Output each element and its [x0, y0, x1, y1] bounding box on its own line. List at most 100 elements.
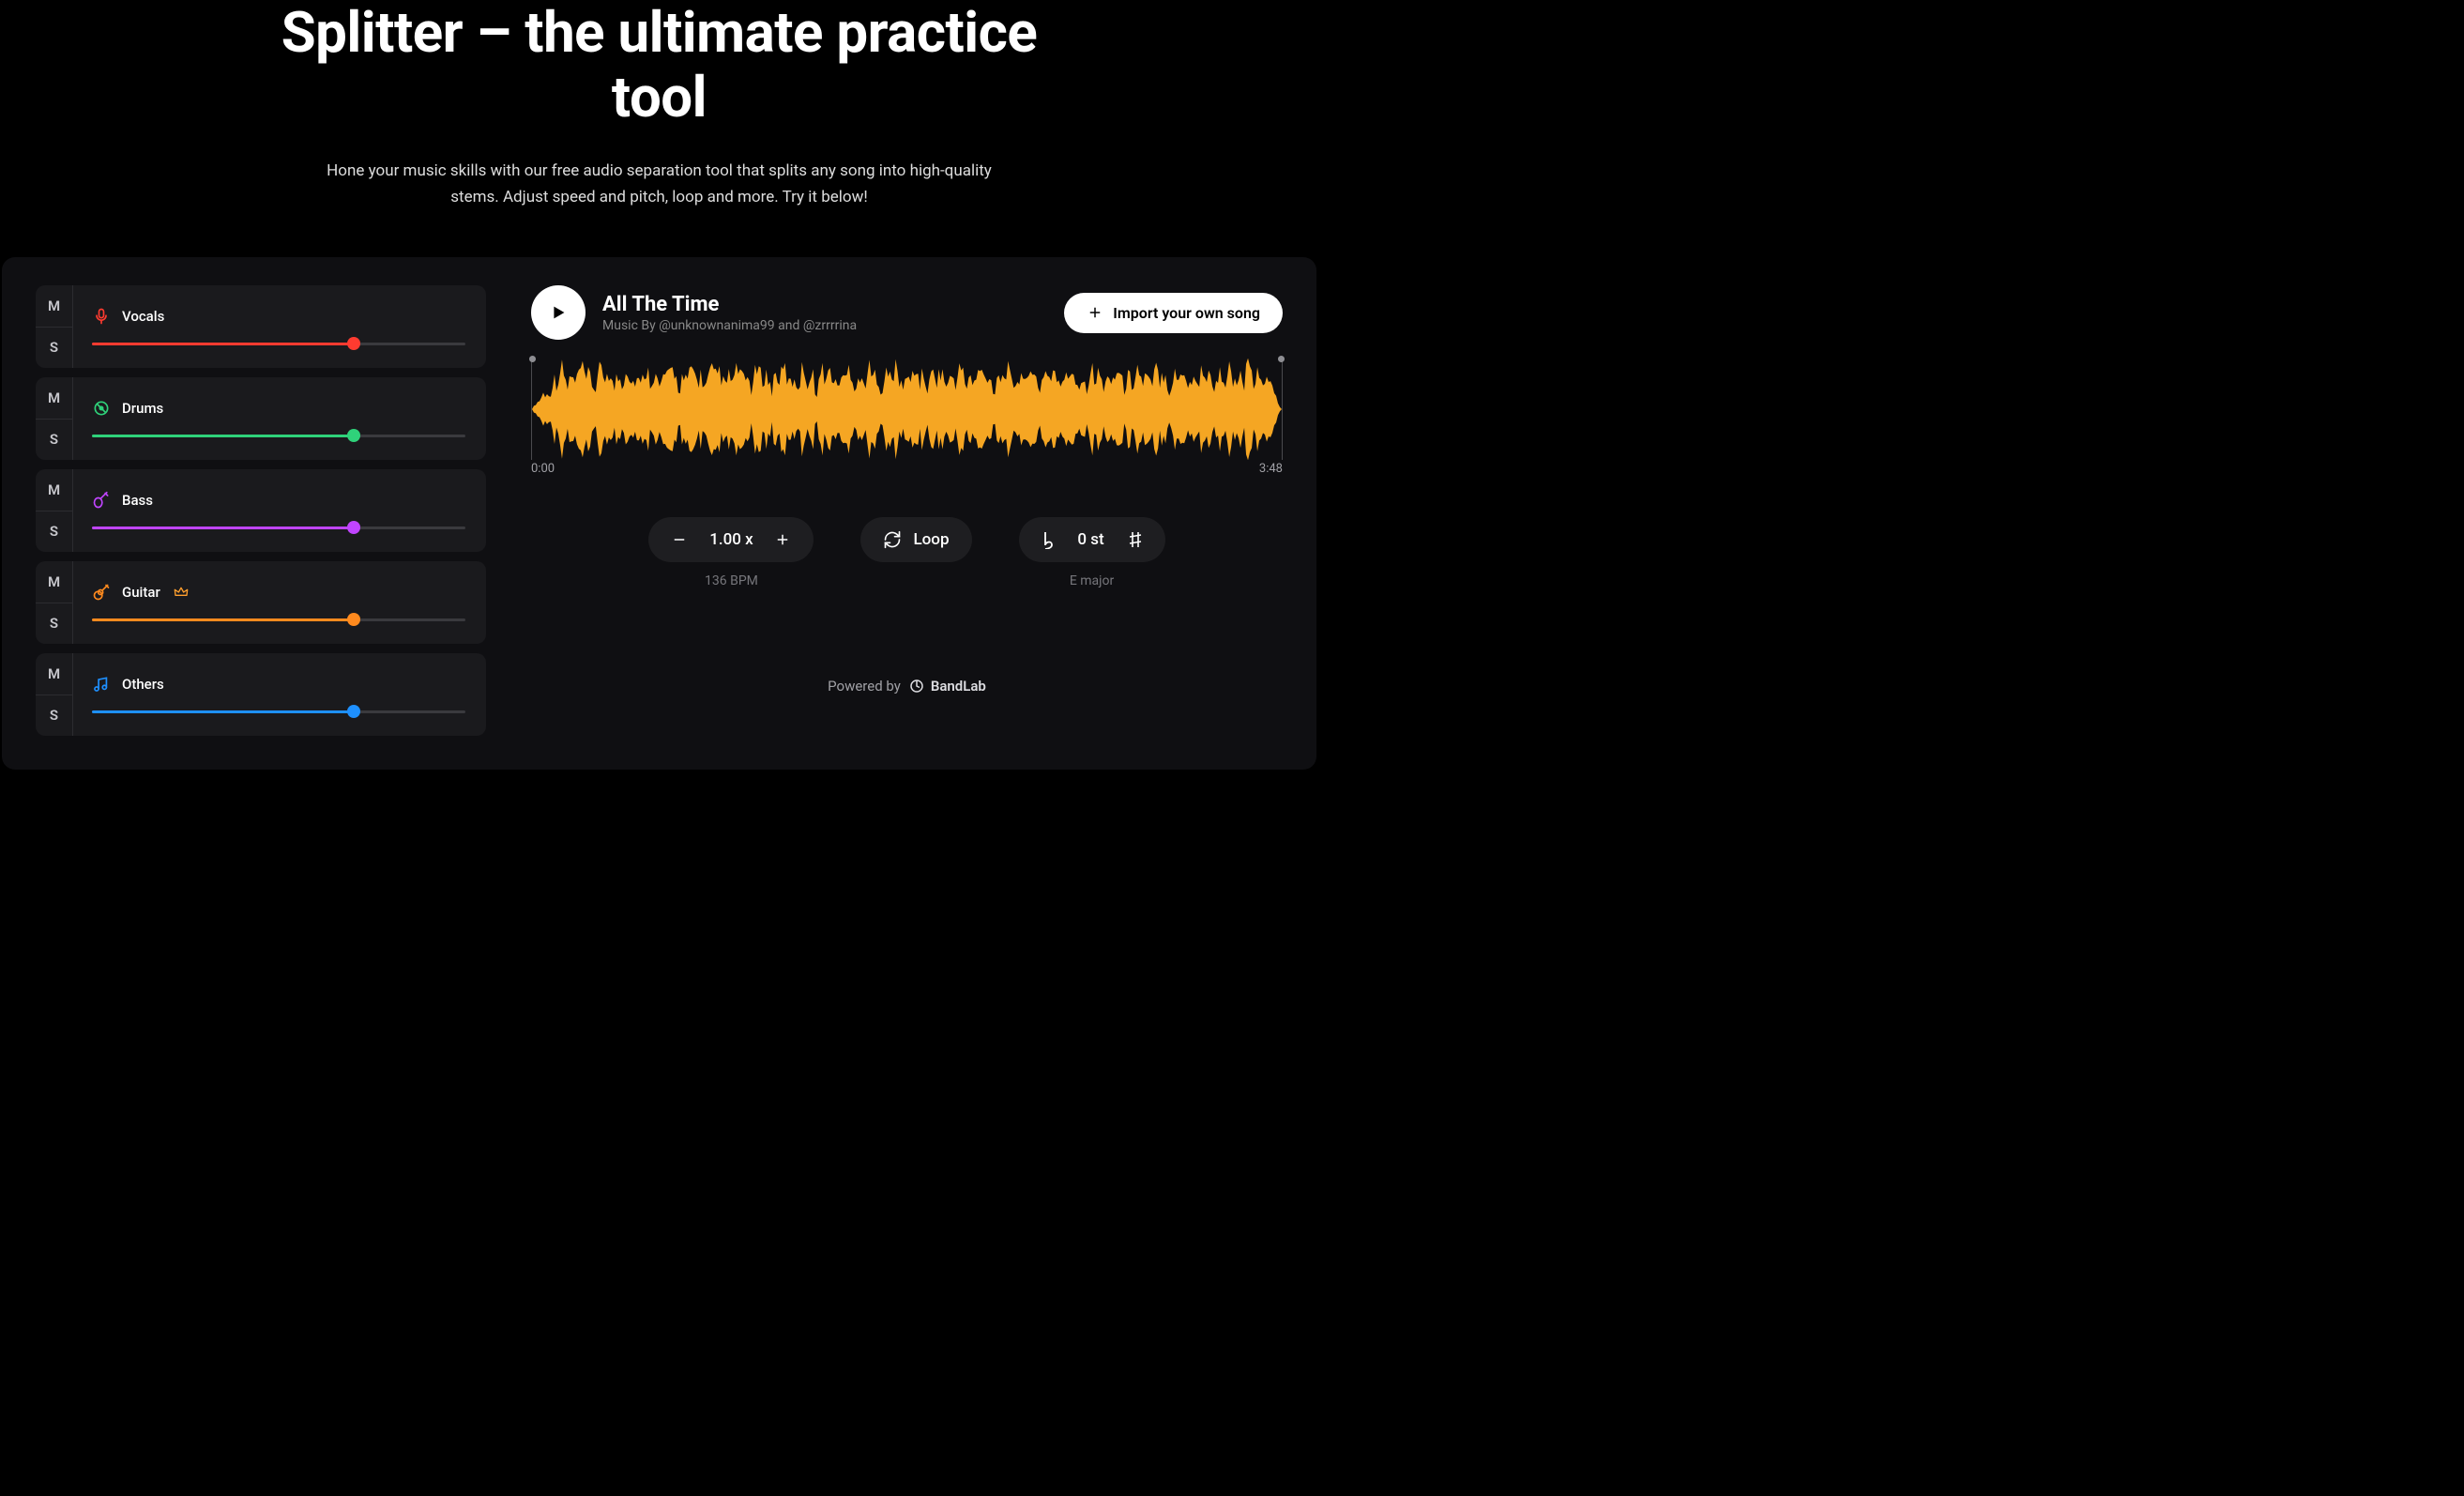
- speed-group: 1.00 x 136 BPM: [648, 517, 814, 588]
- mute-button[interactable]: M: [36, 285, 72, 328]
- volume-slider[interactable]: [92, 341, 465, 346]
- solo-button[interactable]: S: [36, 328, 72, 369]
- stem-list: MSVocalsMSDrumsMSBassMSGuitarMSOthers: [36, 285, 486, 736]
- stem-body: Bass: [73, 469, 486, 552]
- plus-icon: [1087, 304, 1103, 321]
- bandlab-text: BandLab: [931, 678, 986, 695]
- stem-others: MS Others: [36, 653, 486, 736]
- track-title: All The Time: [602, 293, 1047, 316]
- loop-icon: [883, 530, 902, 549]
- waveform[interactable]: [531, 359, 1283, 460]
- mute-button[interactable]: M: [36, 469, 72, 511]
- stem-label: Drums: [122, 400, 163, 417]
- stem-body: Drums: [73, 377, 486, 460]
- slider-fill: [92, 527, 354, 529]
- volume-slider[interactable]: [92, 525, 465, 530]
- pitch-pill: 0 st: [1019, 517, 1165, 562]
- mute-button[interactable]: M: [36, 653, 72, 695]
- target-icon: [92, 399, 111, 418]
- speed-increase-button[interactable]: [774, 531, 791, 548]
- bandlab-icon: [908, 678, 925, 695]
- pitch-group: 0 st E major: [1019, 517, 1165, 588]
- flat-icon: [1042, 530, 1055, 549]
- stem-label: Others: [122, 676, 164, 693]
- mute-button[interactable]: M: [36, 377, 72, 420]
- slider-thumb[interactable]: [347, 613, 360, 626]
- stem-body: Others: [73, 653, 486, 736]
- stem-header: Vocals: [92, 307, 465, 326]
- loop-button[interactable]: Loop: [860, 517, 971, 562]
- slider-thumb[interactable]: [347, 705, 360, 718]
- play-button[interactable]: [531, 285, 586, 340]
- bass-icon: [92, 491, 111, 510]
- mic-icon: [92, 307, 111, 326]
- speed-value: 1.00 x: [705, 530, 757, 549]
- pitch-value: 0 st: [1072, 530, 1111, 549]
- minus-icon: [671, 531, 688, 548]
- stem-body: Vocals: [73, 285, 486, 368]
- controls-row: 1.00 x 136 BPM Loop 0 st: [531, 517, 1283, 588]
- time-row: 0:00 3:48: [531, 460, 1283, 478]
- ms-col: MS: [36, 653, 73, 736]
- slider-thumb[interactable]: [347, 337, 360, 350]
- loop-handle-right[interactable]: [1278, 356, 1285, 362]
- solo-button[interactable]: S: [36, 695, 72, 737]
- guitar-icon: [92, 583, 111, 602]
- solo-button[interactable]: S: [36, 420, 72, 461]
- stem-bass: MS Bass: [36, 469, 486, 552]
- stem-header: Bass: [92, 491, 465, 510]
- mute-button[interactable]: M: [36, 561, 72, 603]
- slider-thumb[interactable]: [347, 521, 360, 534]
- stem-label: Bass: [122, 492, 153, 509]
- page-subtitle: Hone your music skills with our free aud…: [303, 158, 1016, 210]
- stem-label: Vocals: [122, 308, 164, 325]
- ms-col: MS: [36, 561, 73, 644]
- note-icon: [92, 675, 111, 694]
- solo-button[interactable]: S: [36, 603, 72, 645]
- speed-pill: 1.00 x: [648, 517, 814, 562]
- ms-col: MS: [36, 469, 73, 552]
- time-end: 3:48: [1259, 462, 1283, 476]
- pitch-decrease-button[interactable]: [1042, 530, 1055, 549]
- bpm-label: 136 BPM: [705, 573, 758, 588]
- plus-icon: [774, 531, 791, 548]
- volume-slider[interactable]: [92, 617, 465, 622]
- loop-label: Loop: [913, 530, 949, 549]
- footer-prefix: Powered by: [828, 678, 901, 695]
- stem-guitar: MS Guitar: [36, 561, 486, 644]
- speed-decrease-button[interactable]: [671, 531, 688, 548]
- slider-fill: [92, 710, 354, 713]
- slider-thumb[interactable]: [347, 429, 360, 442]
- stem-header: Drums: [92, 399, 465, 418]
- bandlab-logo[interactable]: BandLab: [908, 678, 986, 695]
- ms-col: MS: [36, 285, 73, 368]
- player-header: All The Time Music By @unknownanima99 an…: [531, 285, 1283, 340]
- key-label: E major: [1070, 573, 1114, 588]
- slider-fill: [92, 435, 354, 437]
- stem-drums: MS Drums: [36, 377, 486, 460]
- sharp-icon: [1128, 530, 1143, 549]
- solo-button[interactable]: S: [36, 511, 72, 553]
- ms-col: MS: [36, 377, 73, 460]
- slider-fill: [92, 618, 354, 621]
- stem-vocals: MS Vocals: [36, 285, 486, 368]
- import-label: Import your own song: [1113, 304, 1260, 322]
- stem-body: Guitar: [73, 561, 486, 644]
- time-start: 0:00: [531, 462, 555, 476]
- volume-slider[interactable]: [92, 709, 465, 714]
- splitter-panel: MSVocalsMSDrumsMSBassMSGuitarMSOthers Al…: [2, 257, 1316, 770]
- page-title: Splitter – the ultimate practice tool: [237, 0, 1082, 130]
- stem-header: Others: [92, 675, 465, 694]
- play-icon: [548, 302, 569, 323]
- waveform-svg: [532, 359, 1282, 460]
- hero: Splitter – the ultimate practice tool Ho…: [0, 0, 1318, 210]
- import-button[interactable]: Import your own song: [1064, 293, 1283, 333]
- stem-header: Guitar: [92, 583, 465, 602]
- volume-slider[interactable]: [92, 433, 465, 438]
- player-area: All The Time Music By @unknownanima99 an…: [531, 285, 1283, 736]
- loop-group: Loop: [860, 517, 971, 588]
- footer: Powered by BandLab: [531, 678, 1283, 695]
- pitch-increase-button[interactable]: [1128, 530, 1143, 549]
- crown-icon: [174, 586, 189, 599]
- slider-fill: [92, 343, 354, 345]
